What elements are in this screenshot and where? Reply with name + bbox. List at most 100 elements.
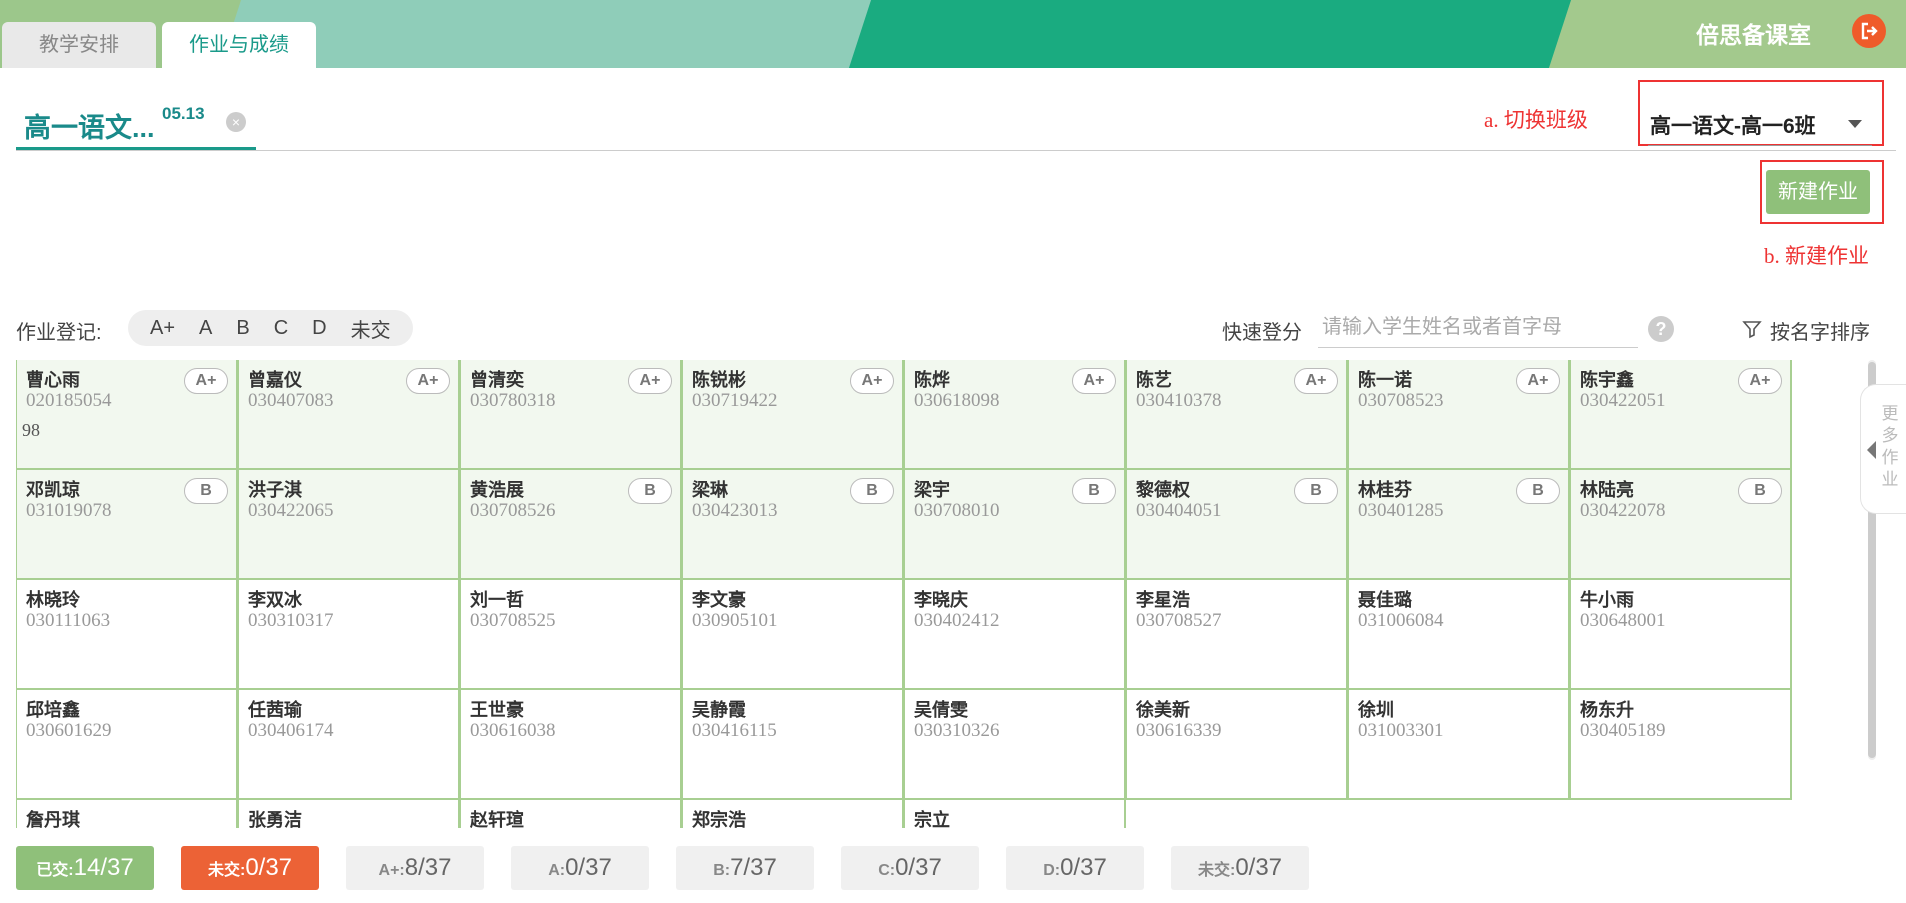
annotation-new-homework: b. 新建作业 (1764, 244, 1869, 268)
student-name: 李双冰 (248, 590, 302, 610)
grade-badge[interactable]: A+ (184, 368, 228, 394)
sort-by-name-button[interactable]: 按名字排序 (1742, 316, 1870, 345)
student-card[interactable]: 曾清奕 030780318 A+ (460, 360, 682, 470)
stat-grade[interactable]: A+:8/37 (346, 846, 484, 890)
grade-badge[interactable]: A+ (850, 368, 894, 394)
student-card[interactable]: 李双冰 030310317 (238, 580, 460, 690)
help-icon[interactable]: ? (1648, 316, 1674, 342)
student-card[interactable]: 张勇洁 (238, 800, 460, 828)
student-id: 020185054 (26, 390, 112, 411)
grade-badge[interactable]: B (850, 478, 894, 504)
more-homework-panel[interactable]: 更多作业 (1860, 384, 1906, 514)
grade-badge[interactable]: B (628, 478, 672, 504)
student-card[interactable]: 梁琳 030423013 B (682, 470, 904, 580)
student-name: 郑宗浩 (692, 810, 746, 828)
student-name: 梁琳 (692, 480, 728, 500)
grade-badge[interactable]: B (1294, 478, 1338, 504)
student-name: 陈宇鑫 (1580, 370, 1634, 390)
grade-option-missing[interactable]: 未交 (339, 314, 403, 343)
student-card[interactable]: 黎德权 030404051 B (1126, 470, 1348, 580)
student-card[interactable]: 吴倩雯 030310326 (904, 690, 1126, 800)
stat-grade[interactable]: B:7/37 (676, 846, 814, 890)
grade-badge[interactable]: A+ (1072, 368, 1116, 394)
stat-value: 0/37 (895, 854, 942, 881)
grade-badge[interactable]: A+ (406, 368, 450, 394)
stat-submitted[interactable]: 已交:14/37 (16, 846, 154, 890)
tab-teaching-schedule[interactable]: 教学安排 (2, 22, 156, 68)
student-card[interactable]: 邓凯琼 031019078 B (16, 470, 238, 580)
stat-value: 0/37 (565, 854, 612, 881)
student-name: 陈艺 (1136, 370, 1172, 390)
student-card[interactable]: 陈艺 030410378 A+ (1126, 360, 1348, 470)
student-card[interactable]: 曹心雨 020185054 A+ 98 (16, 360, 238, 470)
student-card[interactable]: 宗立 (904, 800, 1126, 828)
student-card[interactable]: 任茜瑜 030406174 (238, 690, 460, 800)
close-icon[interactable]: × (226, 112, 246, 132)
stat-value: 0/37 (245, 854, 293, 881)
grade-option-d[interactable]: D (300, 317, 338, 340)
student-card[interactable]: 聂佳璐 031006084 (1348, 580, 1570, 690)
course-tab[interactable]: 高一语文... 05.13 × (16, 96, 256, 150)
grade-badge[interactable]: B (1072, 478, 1116, 504)
student-card[interactable]: 洪子淇 030422065 (238, 470, 460, 580)
logout-button[interactable] (1852, 14, 1886, 48)
grade-badge[interactable]: B (1516, 478, 1560, 504)
student-card[interactable]: 梁宇 030708010 B (904, 470, 1126, 580)
student-card[interactable]: 李文豪 030905101 (682, 580, 904, 690)
grade-badge[interactable]: B (184, 478, 228, 504)
student-card[interactable]: 杨东升 030405189 (1570, 690, 1792, 800)
register-label: 作业登记: (16, 322, 102, 344)
quick-score-input[interactable] (1318, 308, 1638, 348)
student-card[interactable]: 陈宇鑫 030422051 A+ (1570, 360, 1792, 470)
new-homework-button[interactable]: 新建作业 (1766, 170, 1870, 214)
grade-badge[interactable]: A+ (1294, 368, 1338, 394)
stat-grade[interactable]: C:0/37 (841, 846, 979, 890)
student-card[interactable]: 李星浩 030708527 (1126, 580, 1348, 690)
student-card[interactable]: 徐美新 030616339 (1126, 690, 1348, 800)
student-card[interactable]: 牛小雨 030648001 (1570, 580, 1792, 690)
student-card[interactable]: 林陆亮 030422078 B (1570, 470, 1792, 580)
grade-badge[interactable]: B (1738, 478, 1782, 504)
student-card[interactable]: 林桂芬 030401285 B (1348, 470, 1570, 580)
student-card[interactable]: 邱培鑫 030601629 (16, 690, 238, 800)
student-id: 030422065 (248, 500, 334, 521)
grade-option-b[interactable]: B (224, 317, 261, 340)
student-card[interactable]: 李晓庆 030402412 (904, 580, 1126, 690)
stat-grade[interactable]: A:0/37 (511, 846, 649, 890)
student-card[interactable]: 曾嘉仪 030407083 A+ (238, 360, 460, 470)
student-card[interactable]: 詹丹琪 (16, 800, 238, 828)
stat-grade[interactable]: D:0/37 (1006, 846, 1144, 890)
student-id: 030407083 (248, 390, 334, 411)
student-card[interactable]: 刘一哲 030708525 (460, 580, 682, 690)
student-card[interactable]: 王世豪 030616038 (460, 690, 682, 800)
student-card[interactable]: 陈烨 030618098 A+ (904, 360, 1126, 470)
student-card[interactable]: 陈一诺 030708523 A+ (1348, 360, 1570, 470)
student-name: 赵轩瑄 (470, 810, 524, 828)
grade-badge[interactable]: A+ (1516, 368, 1560, 394)
stat-grade[interactable]: 未交:0/37 (1171, 846, 1309, 890)
student-id: 030708523 (1358, 390, 1444, 411)
student-id: 030648001 (1580, 610, 1666, 631)
stat-label: D: (1043, 862, 1061, 879)
grade-badge[interactable]: A+ (1738, 368, 1782, 394)
grade-option-c[interactable]: C (262, 317, 300, 340)
grade-option-a[interactable]: A (187, 317, 224, 340)
student-name: 陈一诺 (1358, 370, 1412, 390)
student-name: 洪子淇 (248, 480, 302, 500)
stat-missing[interactable]: 未交:0/37 (181, 846, 319, 890)
student-card[interactable]: 吴静霞 030416115 (682, 690, 904, 800)
student-id: 030601629 (26, 720, 112, 741)
student-card[interactable]: 赵轩瑄 (460, 800, 682, 828)
tab-homework-grades[interactable]: 作业与成绩 (162, 22, 316, 68)
student-card[interactable]: 林晓玲 030111063 (16, 580, 238, 690)
sort-label: 按名字排序 (1770, 322, 1870, 344)
student-card[interactable]: 郑宗浩 (682, 800, 904, 828)
student-card[interactable]: 陈锐彬 030719422 A+ (682, 360, 904, 470)
class-select[interactable]: 高一语文-高一6班 (1648, 106, 1872, 146)
grade-badge[interactable]: A+ (628, 368, 672, 394)
student-card[interactable]: 徐圳 031003301 (1348, 690, 1570, 800)
student-card[interactable]: 黄浩展 030708526 B (460, 470, 682, 580)
header-band (848, 0, 1592, 68)
quick-score-label: 快速登分 (1222, 322, 1302, 344)
grade-option-a-plus[interactable]: A+ (138, 317, 187, 340)
